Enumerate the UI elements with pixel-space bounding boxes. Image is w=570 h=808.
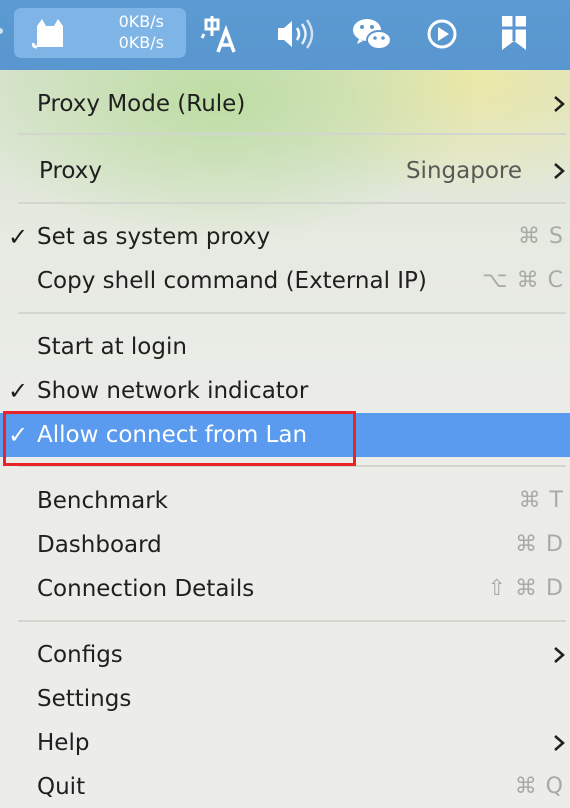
- menu-item-label: Configs: [37, 642, 123, 668]
- menu-item-label: Benchmark: [37, 488, 169, 514]
- menu-item-label: Proxy Mode (Rule): [37, 91, 246, 117]
- menu-item-label: Show network indicator: [37, 378, 309, 404]
- menu-separator: [18, 465, 566, 467]
- chevron-right-icon: [554, 163, 565, 179]
- chevron-right-icon: [554, 735, 565, 751]
- menu-item-label: Set as system proxy: [37, 224, 271, 250]
- bookmark-icon[interactable]: [492, 12, 536, 56]
- selected-proxy-value: Singapore: [405, 158, 522, 184]
- menu-item-show-network-indicator[interactable]: ✓ Show network indicator: [0, 369, 570, 413]
- keyboard-shortcut: ⌘ D: [515, 532, 564, 557]
- menu-item-set-system-proxy[interactable]: ✓ Set as system proxy ⌘ S: [0, 215, 570, 259]
- menu-item-proxy-mode[interactable]: Proxy Mode (Rule): [0, 82, 570, 126]
- network-speed: 0KB/s 0KB/s: [84, 11, 164, 53]
- menu-item-start-at-login[interactable]: Start at login: [0, 325, 570, 369]
- menu-separator: [18, 202, 566, 204]
- menu-separator: [18, 312, 566, 314]
- menu-item-label: Copy shell command (External IP): [37, 268, 427, 294]
- checkmark-icon: ✓: [8, 421, 29, 449]
- keyboard-shortcut: ⌘ Q: [514, 774, 564, 799]
- upload-speed: 0KB/s: [118, 12, 164, 31]
- download-speed: 0KB/s: [118, 33, 164, 52]
- menu-item-dashboard[interactable]: Dashboard ⌘ D: [0, 523, 570, 567]
- clash-status-item[interactable]: 0KB/s 0KB/s: [14, 8, 186, 58]
- menu-item-label: Proxy: [39, 158, 103, 184]
- menu-item-copy-shell-command[interactable]: Copy shell command (External IP) ⌥ ⌘ C: [0, 259, 570, 303]
- menu-item-label: Allow connect from Lan: [37, 422, 308, 448]
- chevron-right-icon: [554, 647, 565, 663]
- menu-item-quit[interactable]: Quit ⌘ Q: [0, 765, 570, 808]
- menu-separator: [18, 620, 566, 622]
- clash-dropdown-menu: Proxy Mode (Rule) Proxy Singapore ✓ Set …: [0, 70, 570, 808]
- menu-item-label: Help: [37, 730, 90, 756]
- clash-cat-icon: [32, 19, 63, 49]
- volume-icon[interactable]: [274, 12, 318, 56]
- menu-item-settings[interactable]: Settings: [0, 677, 570, 721]
- menu-item-configs[interactable]: Configs: [0, 633, 570, 677]
- play-icon[interactable]: [420, 12, 464, 56]
- wechat-icon[interactable]: [350, 12, 394, 56]
- menubar-edge-dot: [0, 28, 3, 34]
- keyboard-shortcut: ⌘ S: [518, 224, 564, 249]
- keyboard-shortcut: ⇧ ⌘ D: [487, 576, 564, 601]
- menu-item-allow-lan[interactable]: ✓ Allow connect from Lan: [0, 413, 570, 457]
- menu-item-benchmark[interactable]: Benchmark ⌘ T: [0, 479, 570, 523]
- chevron-right-icon: [554, 96, 565, 112]
- keyboard-shortcut: ⌥ ⌘ C: [482, 268, 564, 293]
- menu-bar: 0KB/s 0KB/s: [0, 0, 570, 70]
- keyboard-shortcut: ⌘ T: [518, 488, 564, 513]
- menu-item-label: Quit: [37, 774, 86, 800]
- menu-item-help[interactable]: Help: [0, 721, 570, 765]
- checkmark-icon: ✓: [8, 223, 29, 251]
- translate-icon[interactable]: [198, 12, 242, 56]
- menu-item-connection-details[interactable]: Connection Details ⇧ ⌘ D: [0, 567, 570, 611]
- checkmark-icon: ✓: [8, 377, 29, 405]
- menu-item-label: Settings: [37, 686, 132, 712]
- menu-item-label: Dashboard: [37, 532, 162, 558]
- menu-item-label: Connection Details: [37, 576, 255, 602]
- menu-separator: [18, 133, 566, 135]
- menu-item-proxy[interactable]: Proxy Singapore: [0, 149, 570, 193]
- menu-item-label: Start at login: [37, 334, 187, 360]
